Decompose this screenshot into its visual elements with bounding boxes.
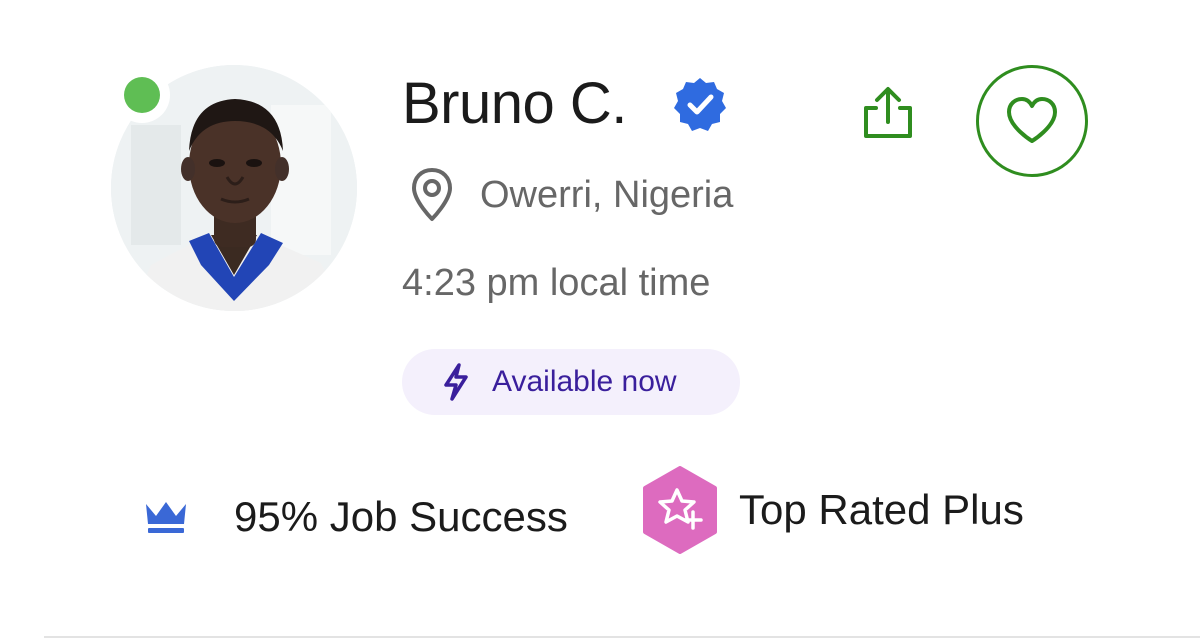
name-row: Bruno C. <box>402 66 729 142</box>
location-text: Owerri, Nigeria <box>480 174 734 216</box>
top-rated-plus-text: Top Rated Plus <box>739 486 1024 533</box>
map-pin-icon <box>412 168 452 221</box>
online-status-dot <box>114 67 170 123</box>
save-button[interactable] <box>976 65 1088 177</box>
local-time-text: 4:23 pm local time <box>402 262 711 304</box>
verified-badge-icon <box>673 78 726 131</box>
availability-text: Available now <box>492 365 677 398</box>
share-button[interactable] <box>856 82 920 146</box>
section-divider <box>44 636 1200 638</box>
availability-badge: Available now <box>402 349 740 415</box>
heart-icon <box>1007 97 1057 143</box>
star-badge-icon <box>643 466 717 554</box>
location-row: Owerri, Nigeria <box>410 165 733 225</box>
freelancer-profile-header: Bruno C. Owerri, Nigeria 4:23 pm local t… <box>0 0 1200 640</box>
crown-icon <box>146 502 186 533</box>
freelancer-name: Bruno C. <box>402 71 627 136</box>
avatar-container <box>111 65 357 311</box>
job-success-stat: 95% Job Success <box>142 487 568 547</box>
job-success-text: 95% Job Success <box>234 493 568 540</box>
top-rated-plus-stat: Top Rated Plus <box>641 465 1024 555</box>
lightning-bolt-icon <box>444 363 468 401</box>
share-icon <box>864 87 912 138</box>
